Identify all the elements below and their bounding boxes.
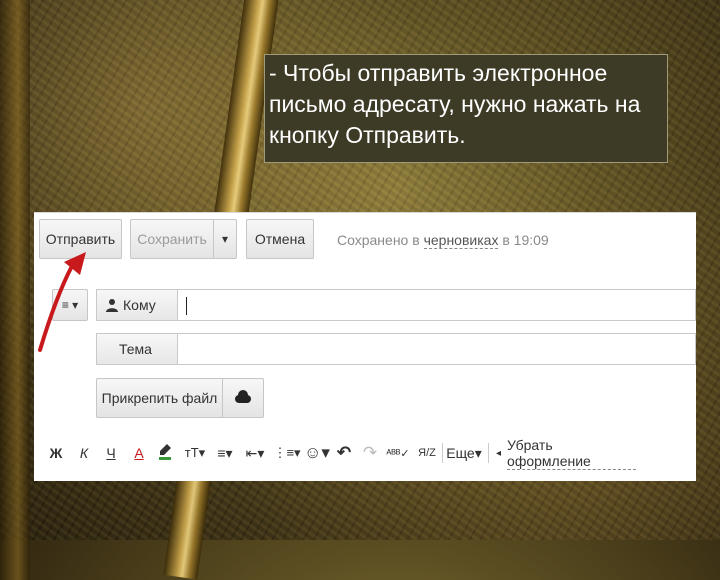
annotation-arrow	[38, 252, 86, 352]
